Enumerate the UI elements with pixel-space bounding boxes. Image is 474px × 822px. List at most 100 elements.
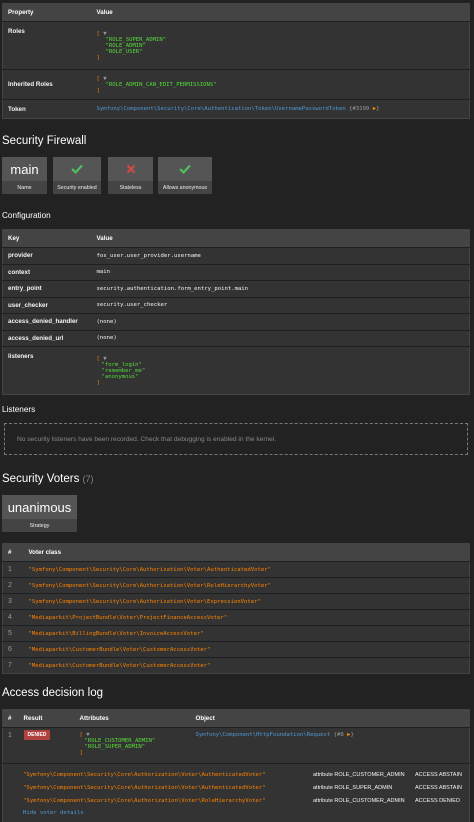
array-open: [ (96, 30, 100, 37)
strategy-label: Strategy (2, 519, 77, 532)
voter-number: 6 (2, 641, 24, 658)
inherited-roles-label: Inherited Roles (2, 69, 92, 100)
listeners-title: Listeners (2, 405, 36, 414)
object-ref-end: } (350, 732, 354, 738)
listeners-value: [ ▼ "form_login" "remember_me" "anonymou… (91, 346, 470, 395)
security-enabled-label: Security enabled (53, 181, 101, 194)
log-object: Symfony\Component\HttpFoundation\Request… (190, 727, 470, 764)
access-log-title: Access decision log (2, 687, 103, 699)
config-value: (none) (91, 313, 470, 330)
collapse-caret[interactable]: ▼ (103, 356, 106, 362)
cross-icon (108, 157, 153, 181)
voters-table: # Voter class 1 "Symfony\Component\Securi… (2, 543, 470, 674)
detail-vote: ACCESS ABSTAIN (415, 771, 462, 778)
collapse-caret[interactable]: ▼ (103, 31, 106, 37)
check-icon (158, 157, 212, 181)
config-value: security.authentication.form_entry_point… (91, 280, 470, 297)
collapse-caret[interactable]: ▼ (103, 76, 106, 82)
log-result-cell: DENIED (18, 727, 75, 764)
array-close: ] (79, 750, 83, 756)
strategy-metric: unanimous Strategy (2, 495, 77, 532)
detail-attribute: attribute ROLE_CUSTOMER_ADMIN (313, 797, 405, 804)
detail-vote: ACCESS ABSTAIN (415, 784, 462, 791)
voter-class: "Symfony\Component\Security\Core\Authori… (23, 593, 470, 610)
stateless-metric: Stateless (108, 157, 153, 194)
array-open: [ (96, 355, 100, 362)
voter-number: 5 (2, 625, 24, 642)
firewall-name-value: main (10, 161, 39, 177)
denied-badge: DENIED (23, 730, 51, 740)
array-close: ] (96, 379, 100, 386)
firewall-name-metric: main Name (2, 157, 47, 194)
allows-anonymous-label: Allows anonymous (158, 181, 212, 194)
voter-class: "Symfony\Component\Security\Core\Authori… (23, 577, 470, 594)
col-object: Object (190, 709, 470, 728)
col-number: # (2, 543, 24, 562)
detail-attribute: attribute ROLE_CUSTOMER_ADMIN (313, 771, 405, 778)
voter-number: 3 (2, 593, 24, 610)
token-label: Token (2, 99, 92, 119)
inherited-roles-value: [ ▼ "ROLE_ADMIN_CAN_EDIT_PERMISSIONS" ] (91, 69, 470, 100)
col-property: Property (2, 3, 92, 22)
config-key: access_denied_handler (2, 313, 92, 330)
voter-details-table: "Symfony\Component\Security\Core\Authori… (23, 768, 469, 807)
config-value: security.user_checker (91, 296, 470, 314)
voter-number: 7 (2, 657, 24, 674)
voters-title: Security Voters (7) (2, 473, 94, 485)
listeners-empty-message: No security listeners have been recorded… (4, 423, 468, 455)
token-table: Property Value Roles [ ▼ "ROLE_SUPER_ADM… (2, 3, 470, 119)
firewall-name-label: Name (2, 181, 47, 194)
token-ref: {#3199 (349, 106, 370, 112)
detail-voter: "Symfony\Component\Security\Core\Authori… (23, 797, 266, 804)
voters-title-text: Security Voters (2, 473, 80, 485)
detail-voter: "Symfony\Component\Security\Core\Authori… (23, 771, 266, 778)
firewall-title: Security Firewall (2, 135, 87, 147)
detail-attribute: attribute ROLE_SUPER_ADMIN (313, 784, 393, 791)
object-ref: {#8 (333, 732, 344, 738)
voter-number: 1 (2, 561, 24, 578)
array-open: [ (79, 732, 83, 738)
config-key: user_checker (2, 296, 92, 314)
hide-voter-details-link[interactable]: Hide voter details (23, 810, 84, 816)
config-key: entry_point (2, 280, 92, 297)
voter-class: "Mediaparkit\CustomerBundle\Voter\Custom… (23, 641, 470, 658)
token-class[interactable]: Symfony\Component\Security\Core\Authenti… (97, 106, 346, 112)
token-value: Symfony\Component\Security\Core\Authenti… (91, 99, 470, 119)
col-result: Result (18, 709, 75, 728)
col-key: Key (2, 229, 92, 248)
col-attributes: Attributes (74, 709, 191, 728)
detail-vote: ACCESS DENIED (415, 797, 460, 804)
configuration-title: Configuration (2, 211, 51, 220)
token-ref-end: } (376, 106, 380, 112)
stateless-label: Stateless (108, 181, 153, 194)
detail-voter: "Symfony\Component\Security\Core\Authori… (23, 784, 266, 791)
roles-label: Roles (2, 21, 92, 70)
security-enabled-metric: Security enabled (53, 157, 101, 194)
col-value: Value (91, 229, 470, 248)
array-close: ] (96, 54, 100, 61)
config-key: provider (2, 247, 92, 264)
voter-number: 2 (2, 577, 24, 594)
config-key: context (2, 263, 92, 281)
allows-anonymous-metric: Allows anonymous (158, 157, 212, 194)
voter-class: "Symfony\Component\Security\Core\Authori… (23, 561, 470, 578)
voters-count: (7) (82, 474, 94, 484)
object-class[interactable]: Symfony\Component\HttpFoundation\Request (196, 732, 331, 738)
config-value: fos_user.user_provider.username (91, 247, 470, 264)
voter-number: 4 (2, 609, 24, 626)
listeners-key: listeners (2, 346, 92, 395)
voter-details: "Symfony\Component\Security\Core\Authori… (2, 763, 470, 822)
array-close: ] (96, 87, 100, 94)
log-attributes: [ ▼ "ROLE_CUSTOMER_ADMIN" "ROLE_SUPER_AD… (74, 727, 191, 764)
log-entry-number: 1 (2, 727, 19, 764)
config-key: access_denied_url (2, 329, 92, 347)
roles-value: [ ▼ "ROLE_SUPER_ADMIN" "ROLE_ADMIN" "ROL… (91, 21, 470, 70)
voter-class: "Mediaparkit\BillingBundle\Voter\Invoice… (23, 625, 470, 642)
config-value: (none) (91, 329, 470, 347)
voter-class: "Mediaparkit\ProjectBundle\Voter\Project… (23, 609, 470, 626)
col-value: Value (91, 3, 470, 22)
array-open: [ (96, 75, 100, 82)
configuration-table: Key Value provider fos_user.user_provider… (2, 229, 470, 395)
config-value: main (91, 263, 470, 281)
voter-class: "Mediaparkit\CustomerBundle\Voter\Custom… (23, 657, 470, 674)
